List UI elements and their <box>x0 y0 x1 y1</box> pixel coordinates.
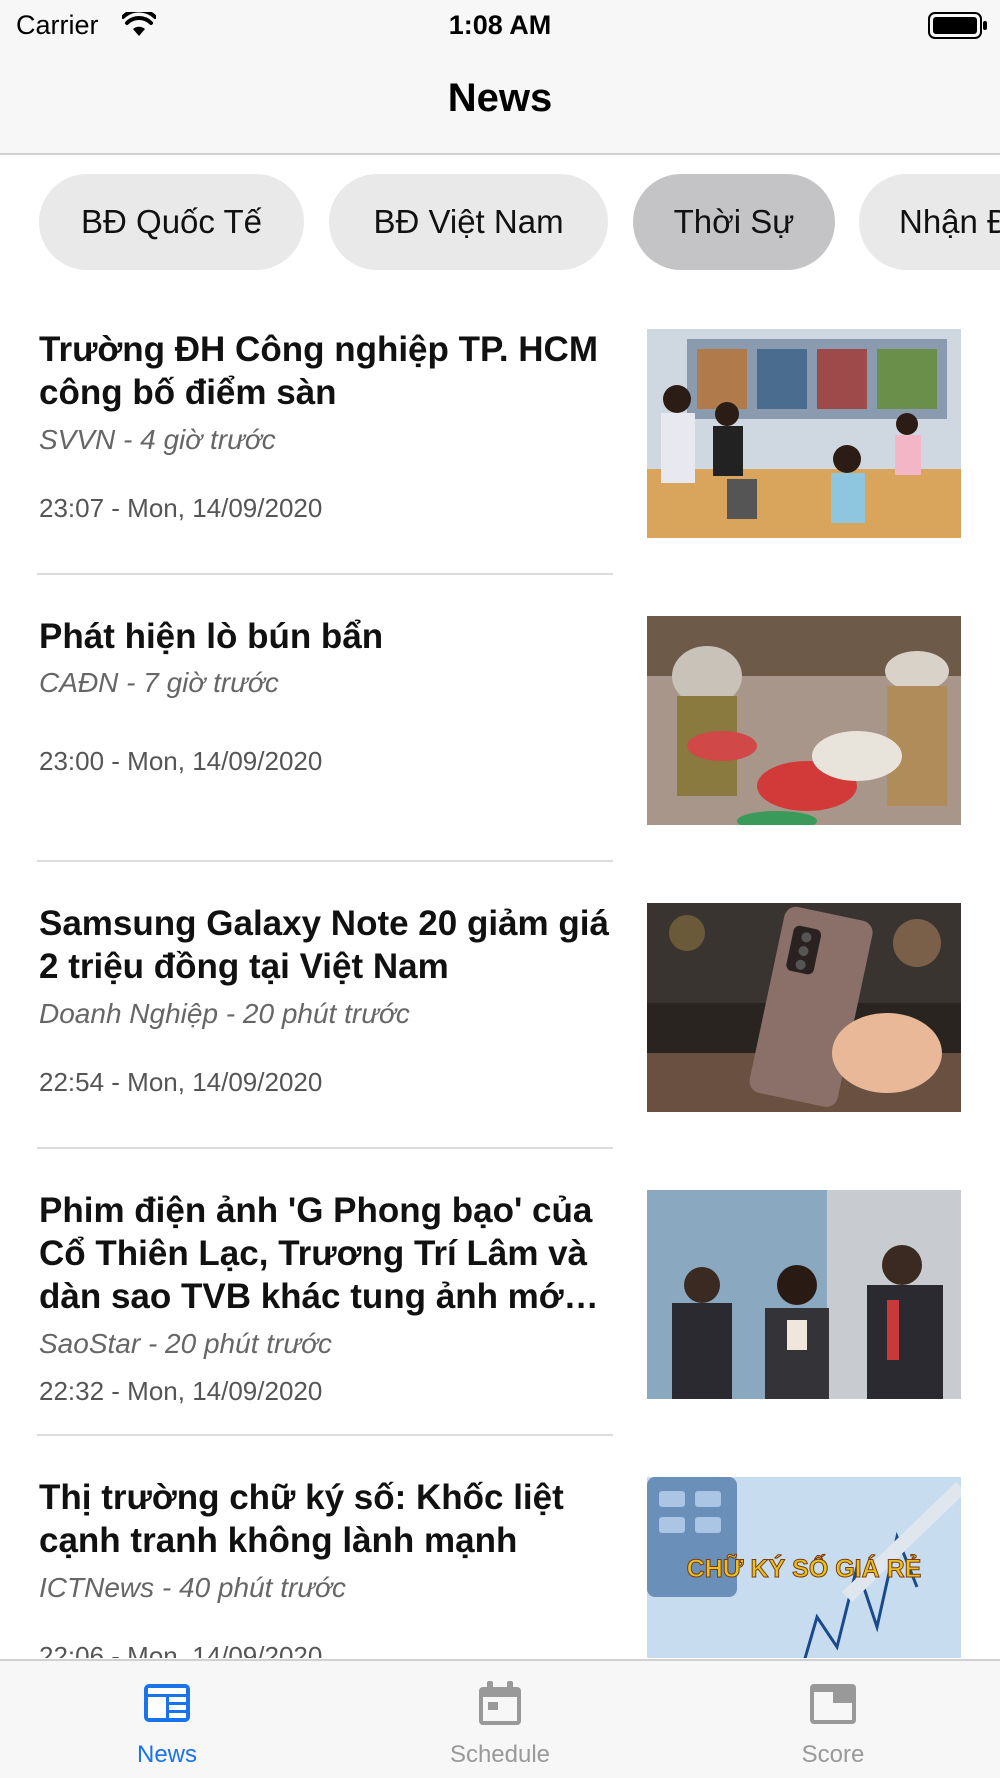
tab-label: News <box>136 1741 197 1768</box>
category-chip-bd-viet-nam[interactable]: BĐ Việt Nam <box>329 174 608 270</box>
news-time: 23:07 - Mon, 14/09/2020 <box>39 493 323 523</box>
news-item[interactable]: Trường ĐH Công nghiệp TP. HCM công bố đi… <box>0 288 1000 575</box>
status-bar: Carrier 1:08 AM <box>0 0 1000 52</box>
news-time: 22:32 - Mon, 14/09/2020 <box>39 1376 323 1406</box>
news-title: Trường ĐH Công nghiệp TP. HCM công bố đi… <box>39 330 598 412</box>
category-chip-bd-quoc-te[interactable]: BĐ Quốc Tế <box>39 174 304 270</box>
news-item[interactable]: Thị trường chữ ký số: Khốc liệt cạnh tra… <box>0 1436 1000 1658</box>
news-item[interactable]: Phát hiện lò bún bẩn CAĐN - 7 giờ trước … <box>0 575 1000 862</box>
news-thumbnail <box>647 616 961 825</box>
news-title: Thị trường chữ ký số: Khốc liệt cạnh tra… <box>39 1478 564 1560</box>
tab-score[interactable]: Score <box>733 1661 933 1778</box>
tab-label: Schedule <box>449 1741 551 1768</box>
news-title: Phát hiện lò bún bẩn <box>39 617 384 656</box>
news-time: 22:54 - Mon, 14/09/2020 <box>39 1067 323 1097</box>
news-list: Trường ĐH Công nghiệp TP. HCM công bố đi… <box>0 288 1000 1658</box>
news-time: 22:06 - Mon, 14/09/2020 <box>39 1641 323 1658</box>
calendar-icon <box>479 1681 521 1725</box>
news-thumbnail <box>647 1190 961 1399</box>
movie-still-photo <box>647 1190 961 1399</box>
noodle-factory-photo <box>647 616 961 825</box>
news-source: SVVN - 4 giờ trước <box>39 424 276 455</box>
navigation-bar: News <box>0 52 1000 155</box>
phone-photo <box>647 903 961 1112</box>
category-chips: BĐ Quốc Tế BĐ Việt Nam Thời Sự Nhận Đ <box>0 174 1000 270</box>
thumbnail-caption: CHỮ KÝ SỐ GIÁ RẺ <box>687 1553 922 1583</box>
news-source: ICTNews - 40 phút trước <box>39 1572 346 1603</box>
news-title: Samsung Galaxy Note 20 giảm giá 2 triệu … <box>39 904 609 986</box>
battery-icon <box>928 12 987 39</box>
news-title: Phim điện ảnh 'G Phong bạo' của Cổ Thiên… <box>39 1191 599 1316</box>
news-source: SaoStar - 20 phút trước <box>39 1328 333 1359</box>
news-time: 23:00 - Mon, 14/09/2020 <box>39 746 323 776</box>
tab-label: Score <box>801 1741 865 1768</box>
category-chip-thoi-su[interactable]: Thời Sự <box>633 174 835 270</box>
newspaper-icon <box>144 1684 190 1722</box>
news-thumbnail: CHỮ KÝ SỐ GIÁ RẺ <box>647 1477 961 1658</box>
tab-schedule[interactable]: Schedule <box>400 1661 600 1778</box>
news-source: Doanh Nghiệp - 20 phút trước <box>39 998 410 1029</box>
news-thumbnail <box>647 329 961 538</box>
library-photo <box>647 329 961 538</box>
scoreboard-icon <box>810 1684 856 1724</box>
news-thumbnail <box>647 903 961 1112</box>
tab-news[interactable]: News <box>67 1661 267 1778</box>
signature-photo: CHỮ KÝ SỐ GIÁ RẺ <box>647 1477 961 1658</box>
category-chip-nhan-dinh[interactable]: Nhận Đ <box>859 174 1000 270</box>
page-title: News <box>447 76 553 120</box>
news-item[interactable]: Phim điện ảnh 'G Phong bạo' của Cổ Thiên… <box>0 1149 1000 1436</box>
status-time: 1:08 AM <box>448 10 552 40</box>
news-item[interactable]: Samsung Galaxy Note 20 giảm giá 2 triệu … <box>0 862 1000 1149</box>
tab-bar: News Schedule Score <box>0 1659 1000 1778</box>
news-source: CAĐN - 7 giờ trước <box>39 667 279 698</box>
